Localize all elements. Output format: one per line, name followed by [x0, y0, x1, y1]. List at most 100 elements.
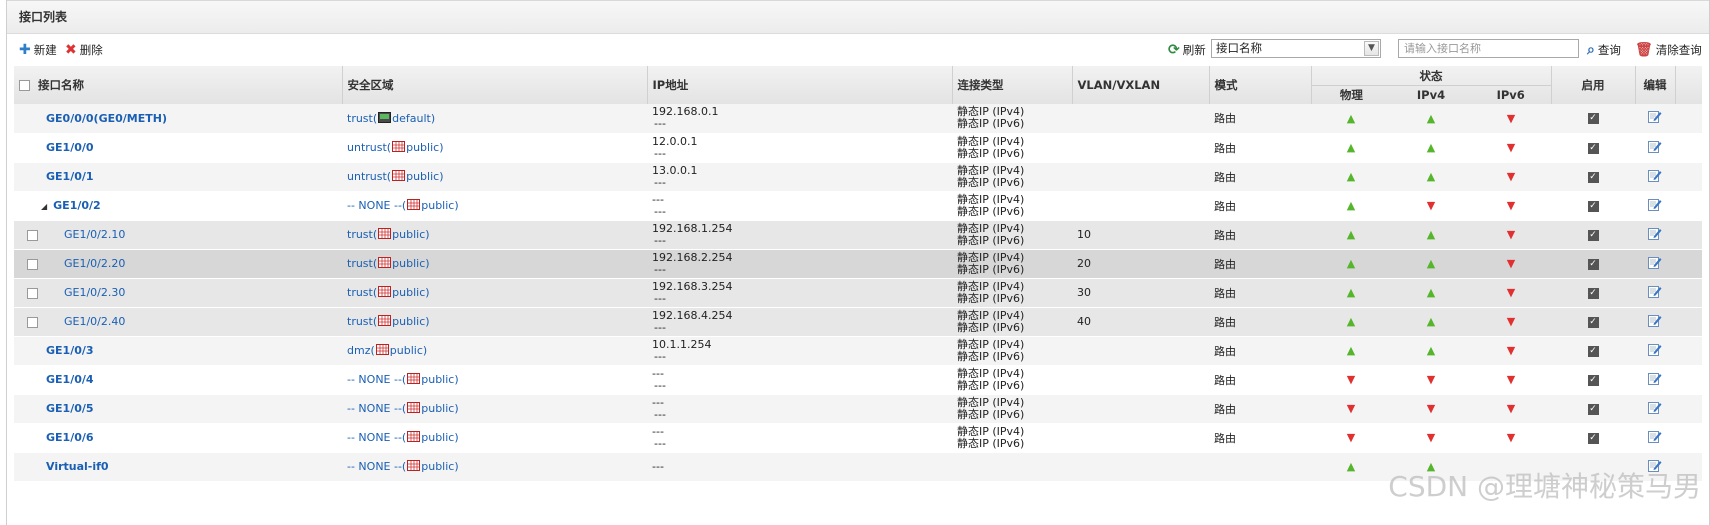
- vlan-id: [1072, 191, 1209, 221]
- edit-icon[interactable]: [1648, 372, 1662, 388]
- collapse-caret-icon[interactable]: ◢: [41, 202, 47, 211]
- interface-name-link[interactable]: GE1/0/5: [19, 402, 94, 415]
- interface-name-link[interactable]: GE1/0/2.10: [38, 228, 125, 241]
- enable-checkbox[interactable]: ✓: [1587, 142, 1599, 154]
- zone-link[interactable]: -- NONE --(public): [347, 431, 459, 444]
- enable-checkbox[interactable]: ✓: [1587, 113, 1599, 125]
- row-checkbox[interactable]: [27, 287, 38, 299]
- ipv4-address: ---: [652, 395, 664, 409]
- interface-name-link[interactable]: GE1/0/2.40: [38, 315, 125, 328]
- vsys-name: public): [421, 199, 459, 212]
- vlan-id: [1072, 452, 1209, 482]
- zone-link[interactable]: trust(default): [347, 111, 435, 125]
- mode-value: 路由: [1209, 220, 1311, 250]
- vsys-name: public): [406, 170, 444, 183]
- zone-link[interactable]: trust(public): [347, 257, 430, 270]
- enable-checkbox[interactable]: ✓: [1587, 200, 1599, 212]
- zone-name: -- NONE --(: [347, 402, 407, 415]
- edit-icon[interactable]: [1648, 140, 1662, 156]
- table-row[interactable]: GE1/0/3 dmz(public) 10.1.1.254 --- 静态IP (IPv…: [14, 336, 1702, 366]
- status-down-icon: ▼: [1506, 141, 1516, 154]
- col-header-name[interactable]: 接口名称: [14, 66, 343, 104]
- interface-name-link[interactable]: GE1/0/2.30: [38, 286, 125, 299]
- watermark: CSDN @理塘神秘策马男: [1388, 470, 1701, 503]
- row-checkbox[interactable]: [27, 258, 38, 270]
- zone-link[interactable]: untrust(public): [347, 170, 443, 183]
- search-input[interactable]: 请输入接口名称: [1398, 39, 1579, 58]
- status-up-icon: ▲: [1426, 315, 1436, 328]
- table-row[interactable]: GE1/0/5 -- NONE --(public) --- --- 静态IP (IPv…: [14, 394, 1702, 424]
- table-row[interactable]: GE0/0/0(GE0/METH) trust(default) 192.168.0…: [14, 104, 1702, 134]
- interface-name-link[interactable]: GE1/0/2: [53, 199, 101, 212]
- vsys-grid-icon: [407, 373, 421, 384]
- new-button[interactable]: ✚ 新建: [19, 42, 57, 58]
- enable-checkbox[interactable]: ✓: [1587, 345, 1599, 357]
- enable-checkbox[interactable]: ✓: [1587, 258, 1599, 270]
- table-row[interactable]: GE1/0/2.30 trust(public) 192.168.3.254 --- 静…: [14, 278, 1702, 308]
- conn-type-ipv6: 静态IP (IPv6): [957, 407, 1025, 421]
- interface-name-link[interactable]: GE1/0/6: [19, 431, 94, 444]
- enable-checkbox[interactable]: ✓: [1587, 171, 1599, 183]
- zone-link[interactable]: -- NONE --(public): [347, 402, 459, 415]
- row-checkbox[interactable]: [27, 316, 38, 328]
- filter-field-select[interactable]: 接口名称 ▼: [1211, 39, 1381, 58]
- table-row[interactable]: GE1/0/2.10 trust(public) 192.168.1.254 --- 静…: [14, 220, 1702, 250]
- interface-name-link[interactable]: Virtual-if0: [19, 460, 109, 473]
- edit-icon[interactable]: [1648, 285, 1662, 301]
- row-checkbox[interactable]: [27, 229, 38, 241]
- conn-type-ipv4: 静态IP (IPv4): [957, 424, 1025, 438]
- table-row[interactable]: GE1/0/1 untrust(public) 13.0.0.1 --- 静态IP (I…: [14, 162, 1702, 192]
- edit-icon[interactable]: [1648, 430, 1662, 446]
- zone-link[interactable]: -- NONE --(public): [347, 199, 459, 212]
- status-up-icon: ▲: [1346, 257, 1356, 270]
- edit-icon[interactable]: [1648, 256, 1662, 272]
- interface-name-link[interactable]: GE1/0/2.20: [38, 257, 125, 270]
- enable-checkbox[interactable]: ✓: [1587, 229, 1599, 241]
- ipv4-address: 192.168.3.254: [652, 279, 733, 293]
- enable-checkbox[interactable]: ✓: [1587, 316, 1599, 328]
- query-button[interactable]: ⌕ 查询: [1587, 42, 1621, 58]
- chevron-down-icon[interactable]: ▼: [1364, 41, 1379, 56]
- zone-link[interactable]: dmz(public): [347, 344, 427, 357]
- zone-link[interactable]: trust(public): [347, 286, 430, 299]
- enable-checkbox[interactable]: ✓: [1587, 287, 1599, 299]
- edit-icon[interactable]: [1648, 169, 1662, 185]
- enable-checkbox[interactable]: ✓: [1587, 403, 1599, 415]
- table-row[interactable]: ◢ GE1/0/2 -- NONE --(public) --- --- 静态IP (IP…: [14, 191, 1702, 221]
- status-down-icon: ▼: [1426, 431, 1436, 444]
- status-down-icon: ▼: [1426, 402, 1436, 415]
- edit-icon[interactable]: [1648, 227, 1662, 243]
- status-up-icon: ▲: [1346, 460, 1356, 473]
- edit-icon[interactable]: [1648, 198, 1662, 214]
- edit-icon[interactable]: [1648, 314, 1662, 330]
- zone-link[interactable]: trust(public): [347, 228, 430, 241]
- edit-icon[interactable]: [1648, 343, 1662, 359]
- vsys-grid-icon: [407, 402, 421, 413]
- table-row[interactable]: GE1/0/2.20 trust(public) 192.168.2.254 --- 静…: [14, 249, 1702, 279]
- col-header-zone: 安全区域: [342, 66, 648, 104]
- select-all-checkbox[interactable]: [19, 80, 30, 91]
- edit-icon[interactable]: [1648, 110, 1662, 126]
- vsys-grid-icon: [407, 431, 421, 442]
- zone-link[interactable]: untrust(public): [347, 141, 443, 154]
- interface-name-link[interactable]: GE1/0/1: [19, 170, 94, 183]
- enable-checkbox[interactable]: ✓: [1587, 374, 1599, 386]
- enable-checkbox[interactable]: ✓: [1587, 432, 1599, 444]
- table-row[interactable]: GE1/0/6 -- NONE --(public) --- --- 静态IP (IPv…: [14, 423, 1702, 453]
- table-row[interactable]: GE1/0/0 untrust(public) 12.0.0.1 --- 静态IP (I…: [14, 133, 1702, 163]
- interface-name-link[interactable]: GE0/0/0(GE0/METH): [19, 112, 167, 125]
- zone-link[interactable]: trust(public): [347, 315, 430, 328]
- vlan-id: 20: [1072, 249, 1209, 279]
- edit-icon[interactable]: [1648, 401, 1662, 417]
- zone-link[interactable]: -- NONE --(public): [347, 373, 459, 386]
- interface-name-link[interactable]: GE1/0/4: [19, 373, 94, 386]
- refresh-button[interactable]: ⟳ 刷新: [1168, 42, 1206, 58]
- delete-button[interactable]: ✖ 删除: [65, 42, 103, 58]
- zone-link[interactable]: -- NONE --(public): [347, 460, 459, 473]
- interface-name-link[interactable]: GE1/0/0: [19, 141, 94, 154]
- table-row[interactable]: GE1/0/4 -- NONE --(public) --- --- 静态IP (IPv…: [14, 365, 1702, 395]
- panel-title: 接口列表: [7, 0, 1709, 34]
- table-row[interactable]: GE1/0/2.40 trust(public) 192.168.4.254 --- 静…: [14, 307, 1702, 337]
- clear-query-button[interactable]: 🗑 清除查询: [1635, 42, 1702, 58]
- interface-name-link[interactable]: GE1/0/3: [19, 344, 94, 357]
